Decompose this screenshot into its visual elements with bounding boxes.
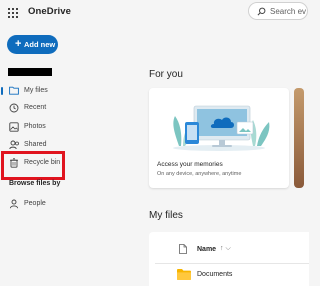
plus-icon: + xyxy=(15,38,22,50)
sidebar-item-photos[interactable]: Photos xyxy=(8,120,128,134)
sidebar-item-recent[interactable]: Recent xyxy=(8,101,128,115)
search-box[interactable]: Search ev xyxy=(248,2,308,20)
active-indicator xyxy=(1,87,3,95)
sidebar-item-label: Recent xyxy=(24,104,47,111)
folder-icon xyxy=(9,86,19,95)
header-divider xyxy=(155,263,309,264)
file-type-icon xyxy=(179,244,187,254)
folder-icon xyxy=(177,269,191,280)
app-launcher-icon[interactable] xyxy=(8,8,18,18)
memories-illustration xyxy=(173,105,270,151)
search-input[interactable]: Search ev xyxy=(270,7,306,16)
sidebar-item-label: Shared xyxy=(24,141,47,148)
sidebar-item-label: Photos xyxy=(24,123,46,130)
person-icon xyxy=(9,199,19,209)
next-memory-card[interactable] xyxy=(294,88,304,188)
my-files-heading: My files xyxy=(149,210,183,221)
sort-icon[interactable]: ↑ ⌵ xyxy=(220,245,231,253)
memories-card[interactable]: Access your memories On any device, anyw… xyxy=(149,88,289,188)
image-icon xyxy=(9,122,19,132)
app-title[interactable]: OneDrive xyxy=(28,6,71,17)
name-column-header[interactable]: Name xyxy=(197,246,216,253)
search-icon xyxy=(257,7,266,16)
card-title: Access your memories xyxy=(157,161,223,168)
card-subtitle: On any device, anywhere, anytime xyxy=(157,171,242,177)
for-you-heading: For you xyxy=(149,69,183,80)
sidebar-item-label: My files xyxy=(24,87,48,94)
sidebar-item-label: People xyxy=(24,200,46,207)
browse-section-heading: Browse files by xyxy=(9,180,61,187)
people-icon xyxy=(9,140,19,150)
add-new-button[interactable]: + Add new xyxy=(7,35,58,54)
sidebar-item-people[interactable]: People xyxy=(8,197,128,211)
top-bar: OneDrive Search ev xyxy=(0,0,308,28)
account-name xyxy=(8,68,52,76)
file-name[interactable]: Documents xyxy=(197,271,232,278)
add-new-label: Add new xyxy=(24,40,56,49)
sidebar-item-my-files[interactable]: My files xyxy=(8,84,128,98)
recycle-bin-highlight-box xyxy=(1,151,65,180)
files-list: Name ↑ ⌵ Documents xyxy=(149,232,309,286)
sidebar-item-shared[interactable]: Shared xyxy=(8,138,128,152)
clock-icon xyxy=(9,103,19,113)
